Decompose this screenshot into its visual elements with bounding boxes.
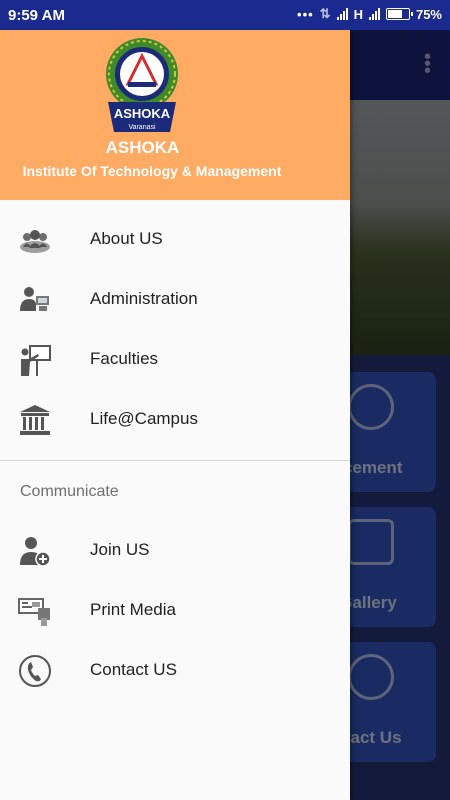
print-media-icon (18, 598, 50, 626)
teacher-board-icon (21, 345, 51, 376)
institution-building-icon (20, 405, 50, 435)
menu-item-label: Life@Campus (90, 409, 198, 428)
admin-computer-icon (20, 287, 49, 311)
status-icons: ••• ⇅ H 75% (297, 6, 442, 22)
section-header-communicate: Communicate (20, 483, 119, 500)
logo-wordmark: ASHOKA (114, 106, 171, 121)
battery-percent: 75% (415, 6, 442, 22)
menu-item-print-media[interactable]: Print Media (0, 581, 350, 641)
menu-item-administration[interactable]: Administration (0, 270, 350, 330)
menu-item-life-at-campus[interactable]: Life@Campus (0, 390, 350, 450)
menu-item-label: Contact US (90, 660, 177, 679)
drawer-header: ASHOKA Varanasi ASHOKA Institute Of Tech… (0, 30, 350, 200)
signal-icon (336, 8, 348, 20)
college-logo: ASHOKA Varanasi (106, 38, 178, 132)
institute-name: Institute Of Technology & Management (22, 163, 282, 179)
status-time: 9:59 AM (8, 7, 65, 24)
navigation-drawer: ASHOKA Varanasi ASHOKA Institute Of Tech… (0, 30, 350, 800)
brand-name: ASHOKA (105, 138, 180, 157)
menu-item-label: Join US (90, 540, 150, 559)
menu-item-faculties[interactable]: Faculties (0, 330, 350, 390)
menu-item-label: Print Media (90, 600, 176, 619)
network-type: H (353, 6, 363, 22)
menu-item-join-us[interactable]: Join US (0, 521, 350, 581)
group-icon (20, 230, 50, 253)
add-user-icon (20, 537, 51, 567)
status-bar: 9:59 AM ••• ⇅ H 75% (0, 0, 450, 30)
menu-item-label: Faculties (90, 349, 159, 368)
logo-subtext: Varanasi (128, 124, 156, 131)
battery-icon (385, 8, 413, 20)
menu-item-about-us[interactable]: About US (0, 210, 350, 270)
phone-icon (19, 655, 51, 687)
menu-item-label: Administration (90, 289, 198, 308)
more-dots-icon: ••• (297, 6, 314, 22)
signal-icon-2 (368, 8, 380, 20)
menu-divider (0, 460, 350, 461)
data-arrows-icon: ⇅ (319, 6, 331, 21)
menu-item-label: About US (90, 229, 163, 248)
menu-item-contact-us[interactable]: Contact US (0, 641, 350, 701)
